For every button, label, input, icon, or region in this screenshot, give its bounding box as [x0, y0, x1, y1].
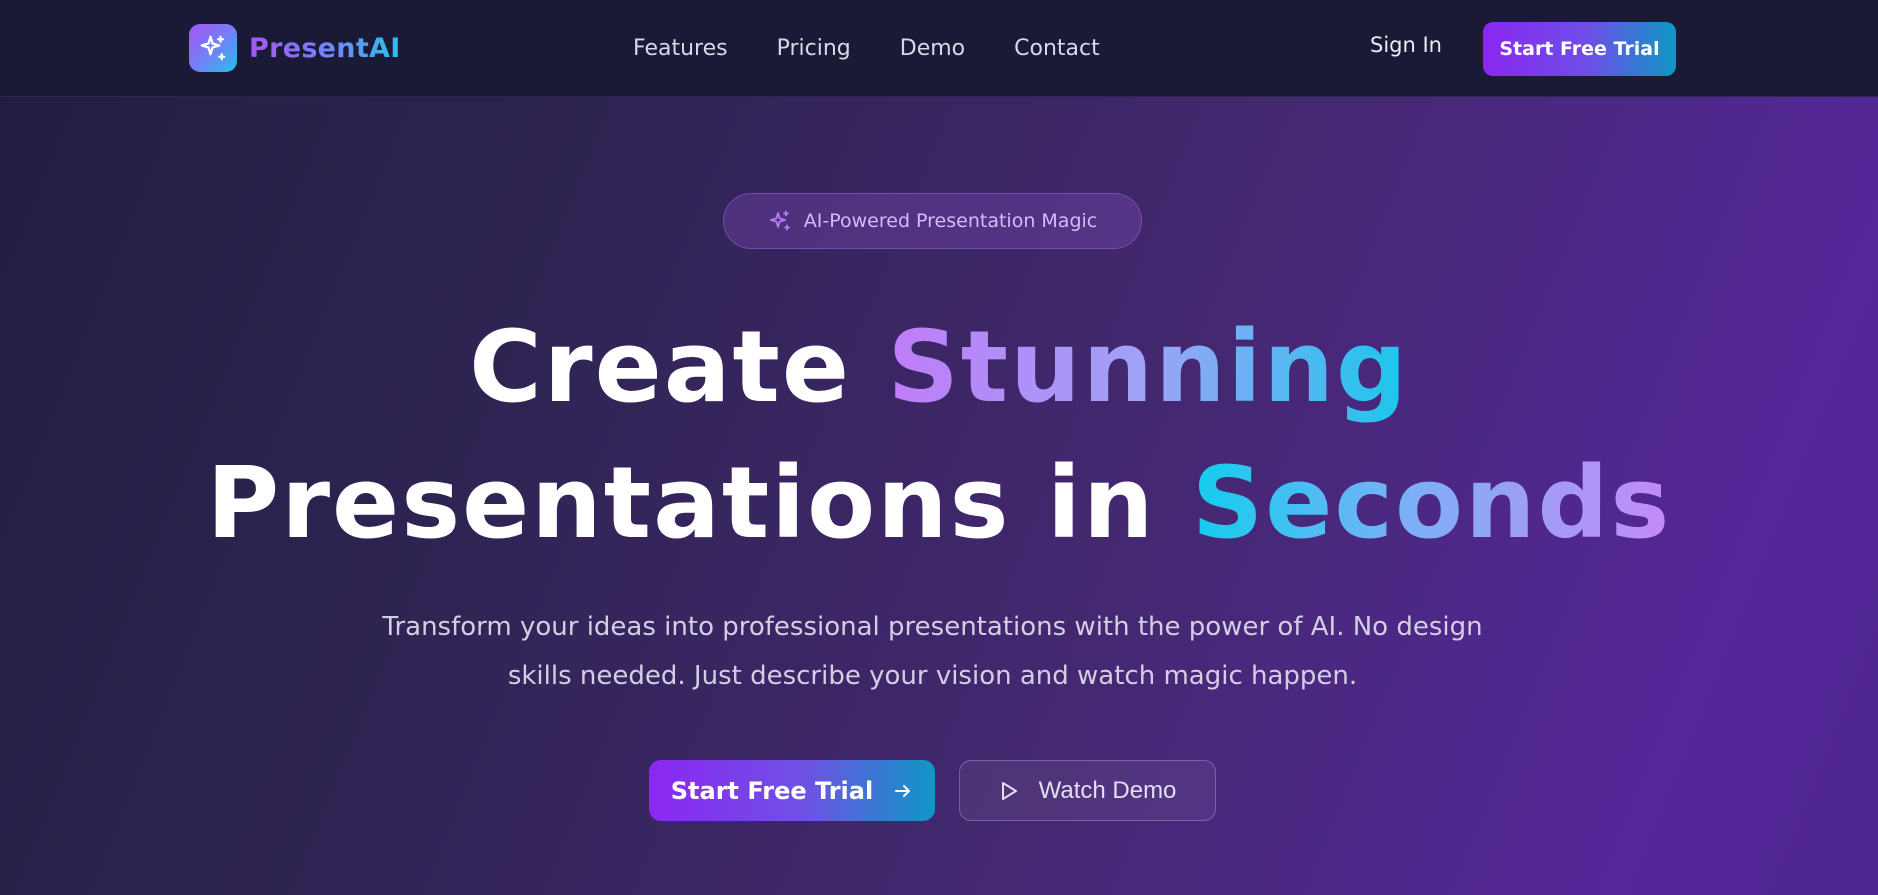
headline-line-2: Presentations in Seconds	[0, 436, 1878, 572]
nav-link-features[interactable]: Features	[633, 36, 728, 61]
brand-name: PresentAI	[249, 32, 401, 64]
sparkles-icon	[189, 24, 237, 72]
hero-watch-demo-button[interactable]: Watch Demo	[959, 760, 1216, 821]
sign-in-link[interactable]: Sign In	[1370, 33, 1442, 57]
arrow-right-icon	[893, 781, 913, 801]
headline-plain-2: Presentations in	[206, 446, 1156, 561]
hero-watch-demo-label: Watch Demo	[1038, 776, 1177, 804]
headline-plain-1: Create	[469, 310, 852, 425]
headline-accent-2: Seconds	[1191, 446, 1672, 561]
navbar: PresentAI Features Pricing Demo Contact …	[0, 0, 1878, 97]
landing-page: PresentAI Features Pricing Demo Contact …	[0, 0, 1878, 895]
hero-badge-label: AI-Powered Presentation Magic	[803, 210, 1098, 232]
nav-link-pricing[interactable]: Pricing	[777, 36, 851, 61]
nav-link-contact[interactable]: Contact	[1014, 36, 1100, 61]
hero-badge: AI-Powered Presentation Magic	[723, 193, 1142, 249]
hero-headline: Create Stunning Presentations in Seconds	[0, 300, 1878, 572]
sparkles-icon	[768, 209, 792, 233]
play-icon	[999, 780, 1019, 802]
hero-start-trial-button[interactable]: Start Free Trial	[649, 760, 935, 821]
hero-description: Transform your ideas into professional p…	[382, 612, 1483, 691]
brand-logo[interactable]: PresentAI	[189, 24, 401, 72]
hero-start-trial-label: Start Free Trial	[670, 776, 874, 805]
nav-link-demo[interactable]: Demo	[900, 36, 965, 61]
headline-line-1: Create Stunning	[0, 300, 1878, 436]
main-nav: Features Pricing Demo Contact	[633, 30, 1100, 66]
headline-accent-1: Stunning	[887, 310, 1409, 425]
nav-start-trial-button[interactable]: Start Free Trial	[1483, 22, 1676, 76]
